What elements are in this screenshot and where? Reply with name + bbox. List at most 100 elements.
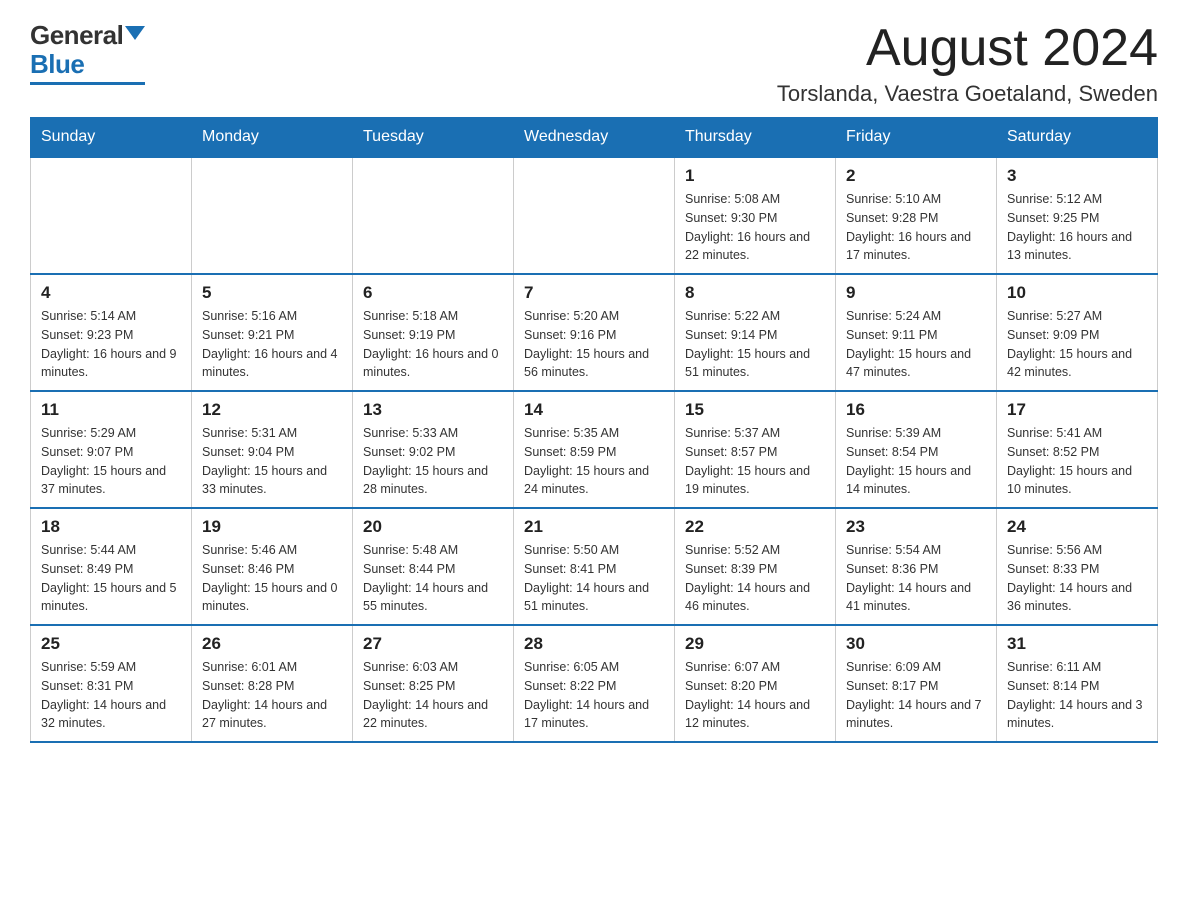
calendar-day-cell: 3 Sunrise: 5:12 AM Sunset: 9:25 PM Daylig… [997, 157, 1158, 274]
day-number: 17 [1007, 400, 1147, 420]
logo: General Blue [30, 20, 145, 85]
calendar-week-row: 1 Sunrise: 5:08 AM Sunset: 9:30 PM Daylig… [31, 157, 1158, 274]
calendar-day-cell: 14 Sunrise: 5:35 AM Sunset: 8:59 PM Dayli… [514, 391, 675, 508]
calendar-day-cell: 21 Sunrise: 5:50 AM Sunset: 8:41 PM Dayli… [514, 508, 675, 625]
day-number: 20 [363, 517, 503, 537]
calendar-day-cell: 10 Sunrise: 5:27 AM Sunset: 9:09 PM Dayli… [997, 274, 1158, 391]
calendar-day-cell: 9 Sunrise: 5:24 AM Sunset: 9:11 PM Daylig… [836, 274, 997, 391]
day-number: 27 [363, 634, 503, 654]
calendar-header-row: SundayMondayTuesdayWednesdayThursdayFrid… [31, 118, 1158, 158]
calendar-header-tuesday: Tuesday [353, 118, 514, 158]
page-header: General Blue August 2024 Torslanda, Vaes… [30, 20, 1158, 107]
day-info: Sunrise: 5:27 AM Sunset: 9:09 PM Dayligh… [1007, 307, 1147, 382]
day-number: 15 [685, 400, 825, 420]
logo-triangle-icon [125, 26, 145, 40]
calendar-day-cell: 27 Sunrise: 6:03 AM Sunset: 8:25 PM Dayli… [353, 625, 514, 742]
day-number: 18 [41, 517, 181, 537]
logo-general-text: General [30, 20, 123, 51]
day-number: 8 [685, 283, 825, 303]
calendar-day-cell: 25Sunrise: 5:59 AM Sunset: 8:31 PM Dayli… [31, 625, 192, 742]
calendar-day-cell: 28Sunrise: 6:05 AM Sunset: 8:22 PM Dayli… [514, 625, 675, 742]
day-number: 5 [202, 283, 342, 303]
day-number: 21 [524, 517, 664, 537]
day-number: 12 [202, 400, 342, 420]
day-info: Sunrise: 6:03 AM Sunset: 8:25 PM Dayligh… [363, 658, 503, 733]
calendar-week-row: 25Sunrise: 5:59 AM Sunset: 8:31 PM Dayli… [31, 625, 1158, 742]
calendar-day-cell: 30 Sunrise: 6:09 AM Sunset: 8:17 PM Dayli… [836, 625, 997, 742]
day-number: 28 [524, 634, 664, 654]
day-info: Sunrise: 5:29 AM Sunset: 9:07 PM Dayligh… [41, 424, 181, 499]
calendar-day-cell: 1 Sunrise: 5:08 AM Sunset: 9:30 PM Daylig… [675, 157, 836, 274]
calendar-day-cell: 31 Sunrise: 6:11 AM Sunset: 8:14 PM Dayli… [997, 625, 1158, 742]
day-number: 10 [1007, 283, 1147, 303]
day-number: 23 [846, 517, 986, 537]
day-number: 13 [363, 400, 503, 420]
calendar-week-row: 4 Sunrise: 5:14 AM Sunset: 9:23 PM Daylig… [31, 274, 1158, 391]
day-number: 3 [1007, 166, 1147, 186]
day-info: Sunrise: 5:59 AM Sunset: 8:31 PM Dayligh… [41, 658, 181, 733]
day-number: 1 [685, 166, 825, 186]
day-info: Sunrise: 5:44 AM Sunset: 8:49 PM Dayligh… [41, 541, 181, 616]
day-info: Sunrise: 5:08 AM Sunset: 9:30 PM Dayligh… [685, 190, 825, 265]
calendar-day-cell [514, 157, 675, 274]
day-info: Sunrise: 5:56 AM Sunset: 8:33 PM Dayligh… [1007, 541, 1147, 616]
day-number: 6 [363, 283, 503, 303]
day-info: Sunrise: 5:18 AM Sunset: 9:19 PM Dayligh… [363, 307, 503, 382]
calendar-day-cell: 2Sunrise: 5:10 AM Sunset: 9:28 PM Daylig… [836, 157, 997, 274]
day-number: 9 [846, 283, 986, 303]
day-info: Sunrise: 6:09 AM Sunset: 8:17 PM Dayligh… [846, 658, 986, 733]
calendar-header-sunday: Sunday [31, 118, 192, 158]
calendar-day-cell: 24 Sunrise: 5:56 AM Sunset: 8:33 PM Dayli… [997, 508, 1158, 625]
day-info: Sunrise: 6:11 AM Sunset: 8:14 PM Dayligh… [1007, 658, 1147, 733]
day-info: Sunrise: 5:46 AM Sunset: 8:46 PM Dayligh… [202, 541, 342, 616]
calendar-day-cell: 26Sunrise: 6:01 AM Sunset: 8:28 PM Dayli… [192, 625, 353, 742]
calendar-day-cell [192, 157, 353, 274]
calendar-day-cell: 17 Sunrise: 5:41 AM Sunset: 8:52 PM Dayli… [997, 391, 1158, 508]
day-number: 29 [685, 634, 825, 654]
day-info: Sunrise: 5:52 AM Sunset: 8:39 PM Dayligh… [685, 541, 825, 616]
day-info: Sunrise: 5:48 AM Sunset: 8:44 PM Dayligh… [363, 541, 503, 616]
day-info: Sunrise: 5:24 AM Sunset: 9:11 PM Dayligh… [846, 307, 986, 382]
day-number: 30 [846, 634, 986, 654]
calendar-day-cell: 29 Sunrise: 6:07 AM Sunset: 8:20 PM Dayli… [675, 625, 836, 742]
day-number: 2 [846, 166, 986, 186]
calendar-day-cell: 8 Sunrise: 5:22 AM Sunset: 9:14 PM Daylig… [675, 274, 836, 391]
calendar-day-cell: 15 Sunrise: 5:37 AM Sunset: 8:57 PM Dayli… [675, 391, 836, 508]
calendar-header-friday: Friday [836, 118, 997, 158]
day-info: Sunrise: 5:22 AM Sunset: 9:14 PM Dayligh… [685, 307, 825, 382]
day-info: Sunrise: 5:35 AM Sunset: 8:59 PM Dayligh… [524, 424, 664, 499]
day-number: 19 [202, 517, 342, 537]
day-info: Sunrise: 5:37 AM Sunset: 8:57 PM Dayligh… [685, 424, 825, 499]
calendar-day-cell: 12Sunrise: 5:31 AM Sunset: 9:04 PM Dayli… [192, 391, 353, 508]
calendar-day-cell: 18 Sunrise: 5:44 AM Sunset: 8:49 PM Dayli… [31, 508, 192, 625]
day-info: Sunrise: 5:14 AM Sunset: 9:23 PM Dayligh… [41, 307, 181, 382]
calendar-day-cell: 23 Sunrise: 5:54 AM Sunset: 8:36 PM Dayli… [836, 508, 997, 625]
calendar-header-thursday: Thursday [675, 118, 836, 158]
calendar-day-cell: 13 Sunrise: 5:33 AM Sunset: 9:02 PM Dayli… [353, 391, 514, 508]
day-number: 22 [685, 517, 825, 537]
day-number: 4 [41, 283, 181, 303]
calendar-day-cell: 4 Sunrise: 5:14 AM Sunset: 9:23 PM Daylig… [31, 274, 192, 391]
day-info: Sunrise: 5:50 AM Sunset: 8:41 PM Dayligh… [524, 541, 664, 616]
calendar-header-monday: Monday [192, 118, 353, 158]
day-number: 16 [846, 400, 986, 420]
day-info: Sunrise: 5:41 AM Sunset: 8:52 PM Dayligh… [1007, 424, 1147, 499]
day-number: 14 [524, 400, 664, 420]
day-info: Sunrise: 5:33 AM Sunset: 9:02 PM Dayligh… [363, 424, 503, 499]
calendar-header-saturday: Saturday [997, 118, 1158, 158]
calendar-header-wednesday: Wednesday [514, 118, 675, 158]
day-number: 31 [1007, 634, 1147, 654]
calendar-day-cell [353, 157, 514, 274]
calendar-table: SundayMondayTuesdayWednesdayThursdayFrid… [30, 117, 1158, 743]
calendar-week-row: 11Sunrise: 5:29 AM Sunset: 9:07 PM Dayli… [31, 391, 1158, 508]
month-title: August 2024 [777, 20, 1158, 77]
day-info: Sunrise: 5:12 AM Sunset: 9:25 PM Dayligh… [1007, 190, 1147, 265]
day-number: 7 [524, 283, 664, 303]
day-info: Sunrise: 6:07 AM Sunset: 8:20 PM Dayligh… [685, 658, 825, 733]
title-block: August 2024 Torslanda, Vaestra Goetaland… [777, 20, 1158, 107]
location-title: Torslanda, Vaestra Goetaland, Sweden [777, 81, 1158, 107]
day-info: Sunrise: 5:54 AM Sunset: 8:36 PM Dayligh… [846, 541, 986, 616]
calendar-day-cell: 20 Sunrise: 5:48 AM Sunset: 8:44 PM Dayli… [353, 508, 514, 625]
calendar-day-cell: 19 Sunrise: 5:46 AM Sunset: 8:46 PM Dayli… [192, 508, 353, 625]
day-number: 24 [1007, 517, 1147, 537]
